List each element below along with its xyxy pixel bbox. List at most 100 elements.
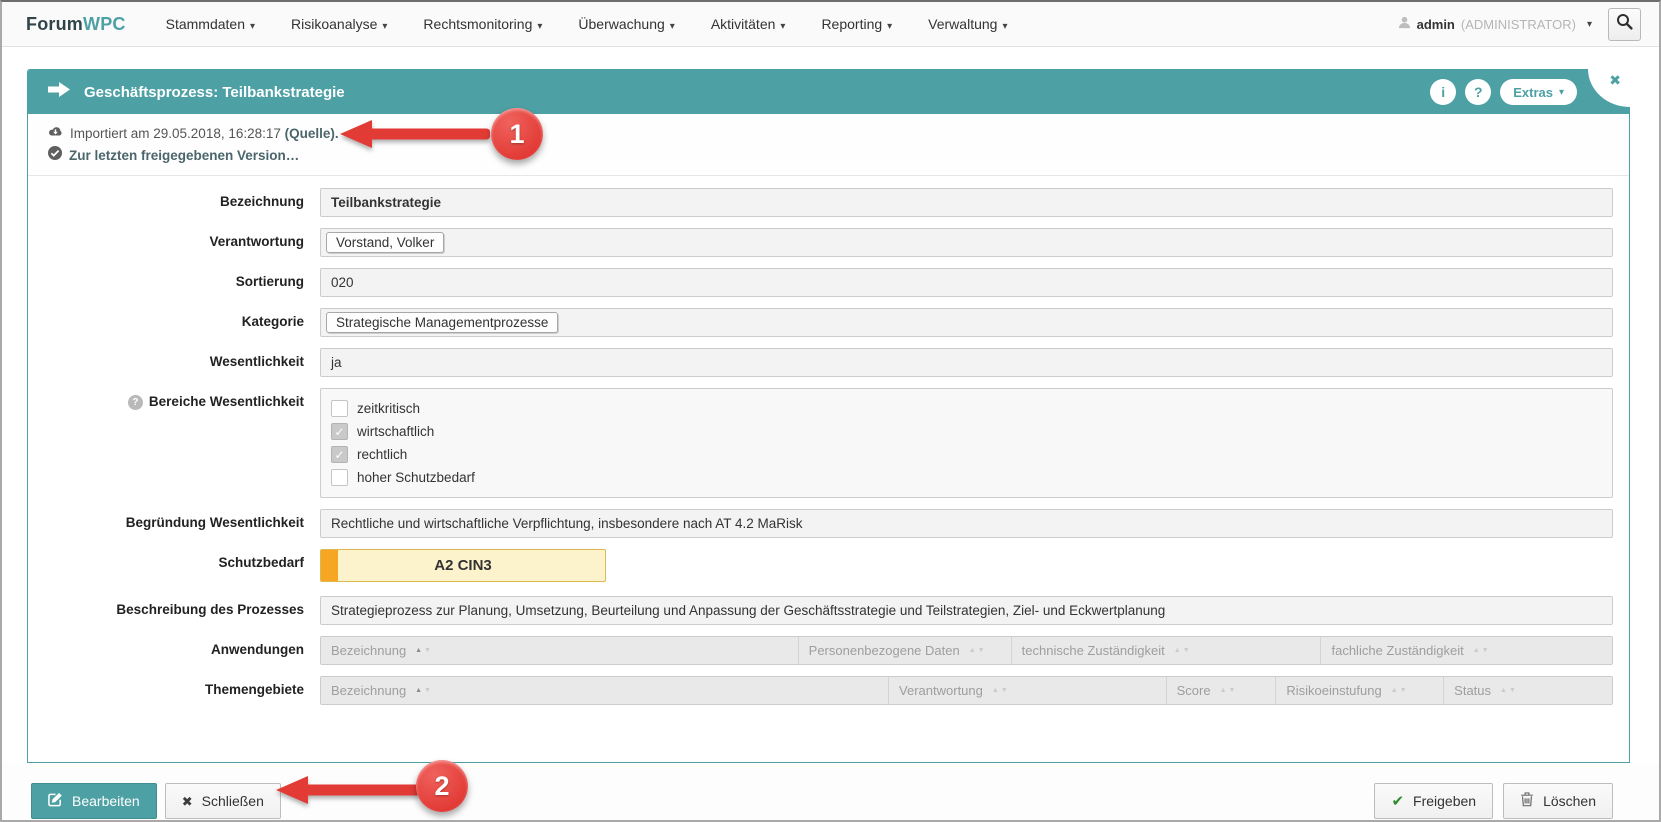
field-label: Bezeichnung (220, 194, 304, 210)
sort-icon (1473, 647, 1491, 654)
field-label: Themengebiete (205, 682, 304, 698)
field-label: Wesentlichkeit (210, 354, 304, 370)
user-menu[interactable]: admin (ADMINISTRATOR) ▾ (1398, 16, 1592, 32)
main-menu: Stammdaten▾ Risikoanalyse▾ Rechtsmonitor… (166, 16, 1008, 32)
column-header-bezeichnung[interactable]: Bezeichnung (321, 637, 799, 664)
menu-risikoanalyse[interactable]: Risikoanalyse▾ (291, 16, 387, 32)
last-released-version-link[interactable]: Zur letzten freigegebenen Version… (69, 145, 299, 167)
kategorie-chip[interactable]: Strategische Managementprozesse (326, 312, 558, 333)
field-label: Kategorie (242, 314, 304, 330)
chevron-down-icon: ▾ (382, 21, 387, 32)
chevron-down-icon: ▾ (887, 21, 892, 32)
column-header-personenbezogene-daten[interactable]: Personenbezogene Daten (799, 637, 1012, 664)
freigeben-button[interactable]: ✔ Freigeben (1374, 783, 1493, 819)
field-label: Anwendungen (211, 642, 304, 658)
form-row-wesentlichkeit: Wesentlichkeit ja (48, 348, 1613, 377)
sort-icon (1220, 687, 1238, 694)
extras-button[interactable]: Extras▾ (1500, 79, 1577, 105)
field-label: Bereiche Wesentlichkeit (149, 394, 304, 410)
chevron-down-icon: ▾ (670, 21, 675, 32)
import-info: Importiert am 29.05.2018, 16:28:17 (Quel… (28, 114, 1629, 176)
schutzbedarf-badge: A2 CIN3 (320, 549, 606, 582)
wesentlichkeit-field[interactable]: ja (320, 348, 1613, 377)
search-button[interactable] (1608, 8, 1641, 41)
action-bar: Bearbeiten ✖ Schließen ✔ Freigeben Lösch… (2, 763, 1659, 822)
check-icon: ✔ (1391, 794, 1404, 809)
panel-close-button[interactable]: ✖ (1588, 69, 1630, 107)
form-row-beschreibung: Beschreibung des Prozesses Strategieproz… (48, 596, 1613, 625)
bereiche-checkbox-group: zeitkritisch wirtschaftlich rechtlich (320, 388, 1613, 498)
menu-stammdaten[interactable]: Stammdaten▾ (166, 16, 255, 32)
business-process-panel: Geschäftsprozess: Teilbankstrategie i ? … (27, 69, 1630, 763)
menu-reporting[interactable]: Reporting▾ (821, 16, 892, 32)
source-link[interactable]: (Quelle (285, 126, 331, 141)
verantwortung-chip[interactable]: Vorstand, Volker (326, 232, 444, 253)
column-header-bezeichnung[interactable]: Bezeichnung (321, 677, 889, 704)
brand-accent: WPC (83, 14, 126, 34)
schliessen-button[interactable]: ✖ Schließen (165, 783, 281, 819)
help-button[interactable]: ? (1465, 79, 1491, 105)
themengebiete-table-header: Bezeichnung Verantwortung Score Risikoei… (320, 676, 1613, 705)
process-form: Bezeichnung Teilbankstrategie Verantwort… (28, 176, 1629, 762)
form-row-themengebiete: Themengebiete Bezeichnung Verantwortung … (48, 676, 1613, 705)
brand-primary: Forum (26, 14, 83, 34)
sort-icon (1391, 687, 1409, 694)
sort-icon (1500, 687, 1518, 694)
import-line: Importiert am 29.05.2018, 16:28:17 (Quel… (48, 123, 1609, 145)
form-row-anwendungen: Anwendungen Bezeichnung Personenbezogene… (48, 636, 1613, 665)
checkbox-icon[interactable] (331, 400, 348, 417)
column-header-verantwortung[interactable]: Verantwortung (889, 677, 1167, 704)
app-window: ForumWPC Stammdaten▾ Risikoanalyse▾ Rech… (0, 0, 1661, 822)
chevron-down-icon: ▾ (1587, 19, 1592, 30)
checkbox-option-zeitkritisch[interactable]: zeitkritisch (331, 397, 1602, 420)
loeschen-button[interactable]: Löschen (1503, 783, 1613, 819)
search-icon (1616, 13, 1633, 35)
menu-verwaltung[interactable]: Verwaltung▾ (928, 16, 1007, 32)
close-icon: ✖ (1609, 73, 1621, 87)
column-header-technische-zustaendigkeit[interactable]: technische Zuständigkeit (1012, 637, 1322, 664)
bezeichnung-field[interactable]: Teilbankstrategie (320, 188, 1613, 217)
edit-icon (48, 792, 63, 810)
panel-header: Geschäftsprozess: Teilbankstrategie i ? … (28, 70, 1629, 114)
person-icon (1398, 16, 1411, 32)
form-row-begruendung: Begründung Wesentlichkeit Rechtliche und… (48, 509, 1613, 538)
kategorie-field: Strategische Managementprozesse (320, 308, 1613, 337)
field-label: Sortierung (236, 274, 304, 290)
menu-aktivitaeten[interactable]: Aktivitäten▾ (711, 16, 786, 32)
sortierung-field[interactable]: 020 (320, 268, 1613, 297)
chevron-down-icon: ▾ (250, 21, 255, 32)
checkbox-icon[interactable] (331, 469, 348, 486)
chevron-down-icon: ▾ (537, 21, 542, 32)
chevron-down-icon: ▾ (1002, 21, 1007, 32)
help-icon: ? (1474, 84, 1483, 100)
checkbox-option-wirtschaftlich[interactable]: wirtschaftlich (331, 420, 1602, 443)
bearbeiten-button[interactable]: Bearbeiten (31, 783, 157, 819)
sort-icon (969, 647, 987, 654)
menu-rechtsmonitoring[interactable]: Rechtsmonitoring▾ (423, 16, 542, 32)
begruendung-field[interactable]: Rechtliche und wirtschaftliche Verpflich… (320, 509, 1613, 538)
checkbox-icon[interactable] (331, 423, 348, 440)
column-header-risikoeinstufung[interactable]: Risikoeinstufung (1276, 677, 1444, 704)
field-label: Begründung Wesentlichkeit (126, 515, 304, 531)
app-logo[interactable]: ForumWPC (26, 14, 126, 35)
column-header-fachliche-zustaendigkeit[interactable]: fachliche Zuständigkeit (1321, 637, 1611, 664)
beschreibung-field[interactable]: Strategieprozess zur Planung, Umsetzung,… (320, 596, 1613, 625)
trash-icon (1520, 792, 1534, 810)
check-circle-icon (48, 145, 62, 167)
chevron-down-icon: ▾ (1559, 87, 1564, 98)
form-row-bereiche-wesentlichkeit: ? Bereiche Wesentlichkeit zeitkritisch w… (48, 388, 1613, 498)
checkbox-option-hoher-schutzbedarf[interactable]: hoher Schutzbedarf (331, 466, 1602, 489)
checkbox-icon[interactable] (331, 446, 348, 463)
column-header-status[interactable]: Status (1444, 677, 1612, 704)
help-icon[interactable]: ? (128, 395, 143, 410)
menu-ueberwachung[interactable]: Überwachung▾ (578, 16, 674, 32)
import-timestamp: Importiert am 29.05.2018, 16:28:17 (70, 126, 281, 141)
column-header-score[interactable]: Score (1167, 677, 1277, 704)
info-button[interactable]: i (1430, 79, 1456, 105)
checkbox-option-rechtlich[interactable]: rechtlich (331, 443, 1602, 466)
form-row-bezeichnung: Bezeichnung Teilbankstrategie (48, 188, 1613, 217)
user-role: (ADMINISTRATOR) (1461, 17, 1576, 32)
chevron-down-icon: ▾ (780, 21, 785, 32)
arrow-right-icon (48, 82, 70, 102)
close-icon: ✖ (182, 795, 193, 808)
